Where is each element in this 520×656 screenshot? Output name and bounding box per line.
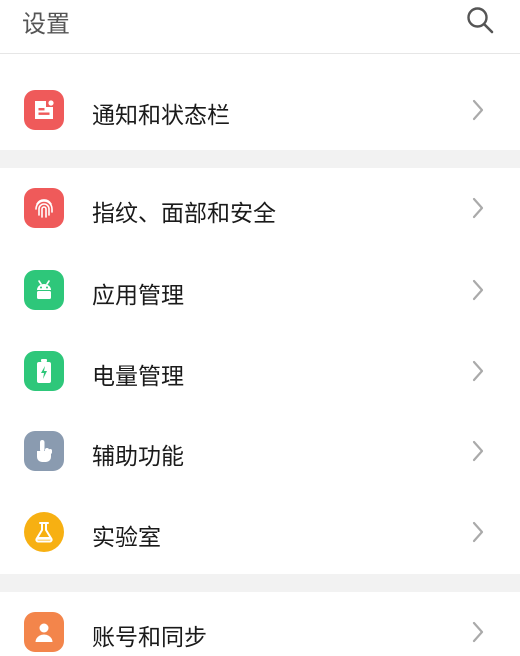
- notification-bar-icon: [24, 90, 64, 130]
- hand-pointer-icon: [24, 431, 64, 471]
- settings-item-security[interactable]: 指纹、面部和安全: [0, 168, 520, 248]
- fingerprint-icon: [24, 188, 64, 228]
- settings-item-accessibility[interactable]: 辅助功能: [0, 411, 520, 491]
- search-icon: [467, 7, 494, 34]
- settings-item-battery[interactable]: 电量管理: [0, 331, 520, 411]
- chevron-right-icon: [472, 360, 484, 382]
- page-title: 设置: [22, 10, 70, 38]
- person-icon: [24, 612, 64, 652]
- settings-item-notifications[interactable]: 通知和状态栏: [0, 70, 520, 150]
- search-button[interactable]: [460, 2, 500, 38]
- settings-item-apps[interactable]: 应用管理: [0, 250, 520, 330]
- chevron-right-icon: [472, 197, 484, 219]
- chevron-right-icon: [472, 279, 484, 301]
- chevron-right-icon: [472, 521, 484, 543]
- chevron-right-icon: [472, 440, 484, 462]
- settings-item-lab[interactable]: 实验室: [0, 492, 520, 572]
- chevron-right-icon: [472, 99, 484, 121]
- flask-icon: [24, 512, 64, 552]
- android-icon: [24, 270, 64, 310]
- section-divider: [0, 150, 520, 168]
- settings-item-label: 实验室: [92, 525, 161, 551]
- settings-item-label: 通知和状态栏: [92, 103, 230, 129]
- settings-item-label: 应用管理: [92, 283, 184, 309]
- settings-item-label: 电量管理: [92, 364, 184, 390]
- chevron-right-icon: [472, 621, 484, 643]
- settings-item-label: 指纹、面部和安全: [92, 201, 276, 227]
- app-header: 设置: [0, 0, 520, 54]
- settings-item-account[interactable]: 账号和同步: [0, 592, 520, 656]
- settings-item-label: 辅助功能: [92, 444, 184, 470]
- section-divider: [0, 574, 520, 592]
- settings-item-label: 账号和同步: [92, 625, 207, 651]
- battery-icon: [24, 351, 64, 391]
